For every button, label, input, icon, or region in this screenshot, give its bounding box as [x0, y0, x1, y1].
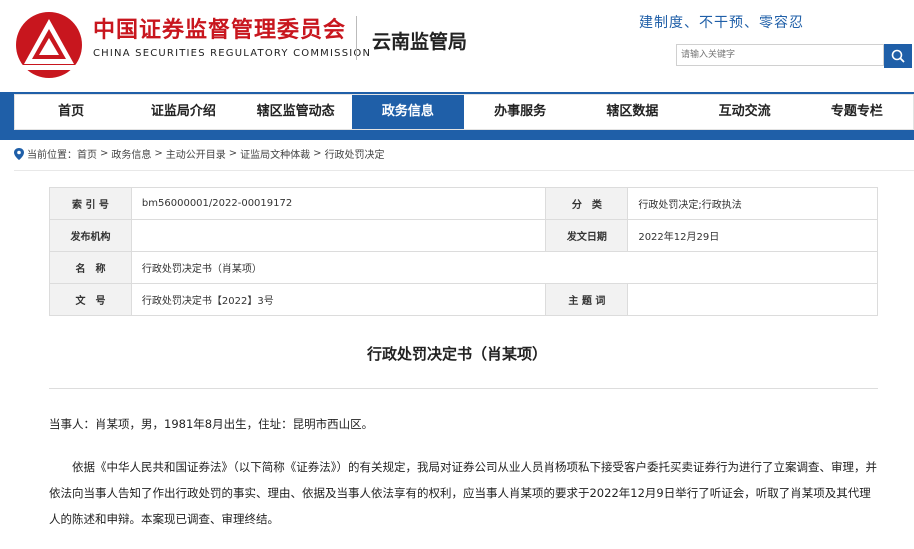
date-label: 发文日期 [545, 219, 629, 252]
nav-item-topics[interactable]: 专题专栏 [801, 95, 913, 129]
org-name-en: CHINA SECURITIES REGULATORY COMMISSION [93, 48, 372, 59]
nav-item-intro[interactable]: 证监局介绍 [127, 95, 239, 129]
nav-item-home[interactable]: 首页 [15, 95, 127, 129]
nav-item-services[interactable]: 办事服务 [464, 95, 576, 129]
meta-row: 文 号 行政处罚决定书【2022】3号 主 题 词 [49, 283, 878, 316]
breadcrumb-doc-types[interactable]: 证监局文种体裁 [240, 146, 310, 161]
title-divider [49, 388, 878, 389]
index-value: bm56000001/2022-00019172 [130, 187, 547, 220]
breadcrumb-public-catalog[interactable]: 主动公开目录 [166, 146, 226, 161]
meta-row: 名 称 行政处罚决定书（肖某项） [49, 251, 879, 284]
nav-item-interaction[interactable]: 互动交流 [689, 95, 801, 129]
breadcrumb-penalty-decision[interactable]: 行政处罚决定 [325, 146, 385, 161]
category-label: 分 类 [545, 187, 629, 220]
party-paragraph: 当事人：肖某项，男，1981年8月出生，住址：昆明市西山区。 [49, 417, 374, 431]
breadcrumb-sep: > [313, 148, 322, 159]
bureau-name: 云南监管局 [372, 31, 468, 53]
breadcrumb-sep: > [154, 148, 163, 159]
meta-row: 索 引 号 bm56000001/2022-00019172 分 类 行政处罚决… [49, 187, 878, 220]
name-value: 行政处罚决定书（肖某项） [130, 251, 879, 284]
subject-value [627, 283, 878, 316]
search-input[interactable] [676, 44, 884, 66]
location-pin-icon [14, 147, 24, 160]
main-nav: 首页 证监局介绍 辖区监管动态 政务信息 办事服务 辖区数据 互动交流 专题专栏 [14, 94, 914, 130]
slogan: 建制度、不干预、零容忍 [639, 15, 804, 31]
category-value: 行政处罚决定;行政执法 [627, 187, 878, 220]
breadcrumb-sep: > [228, 148, 238, 159]
search-button[interactable] [884, 44, 912, 68]
org-name-cn: 中国证券监督管理委员会 [93, 18, 347, 43]
subject-label: 主 题 词 [545, 283, 629, 316]
docno-value: 行政处罚决定书【2022】3号 [130, 283, 547, 316]
document-metadata-table: 索 引 号 bm56000001/2022-00019172 分 类 行政处罚决… [49, 187, 879, 316]
issuer-label: 发布机构 [49, 219, 132, 252]
date-value: 2022年12月29日 [627, 219, 878, 252]
breadcrumb-gov-info[interactable]: 政务信息 [111, 146, 151, 161]
body-paragraph: 依据《中华人民共和国证券法》（以下简称《证券法》）的有关规定，我局对证券公司从业… [49, 460, 877, 526]
site-header: 中国证券监督管理委员会 CHINA SECURITIES REGULATORY … [0, 0, 914, 92]
header-divider [356, 16, 357, 60]
meta-row: 发布机构 发文日期 2022年12月29日 [49, 219, 878, 252]
nav-item-gov-info[interactable]: 政务信息 [351, 95, 464, 129]
breadcrumb-home[interactable]: 首页 [77, 146, 97, 161]
docno-label: 文 号 [49, 283, 132, 316]
issuer-value [130, 219, 547, 252]
document-title: 行政处罚决定书（肖某项） [366, 345, 547, 363]
breadcrumb-prefix: 当前位置： [27, 150, 77, 161]
breadcrumb: 当前位置： 首页 > 政务信息 > 主动公开目录 > 证监局文种体裁 > 行政处… [14, 146, 385, 161]
name-label: 名 称 [49, 251, 132, 284]
nav-item-regulation-news[interactable]: 辖区监管动态 [240, 95, 352, 129]
breadcrumb-sep: > [100, 148, 109, 159]
nav-item-data[interactable]: 辖区数据 [576, 95, 688, 129]
index-label: 索 引 号 [49, 187, 132, 220]
search-icon [891, 49, 905, 63]
csrc-logo-icon[interactable] [14, 10, 84, 80]
